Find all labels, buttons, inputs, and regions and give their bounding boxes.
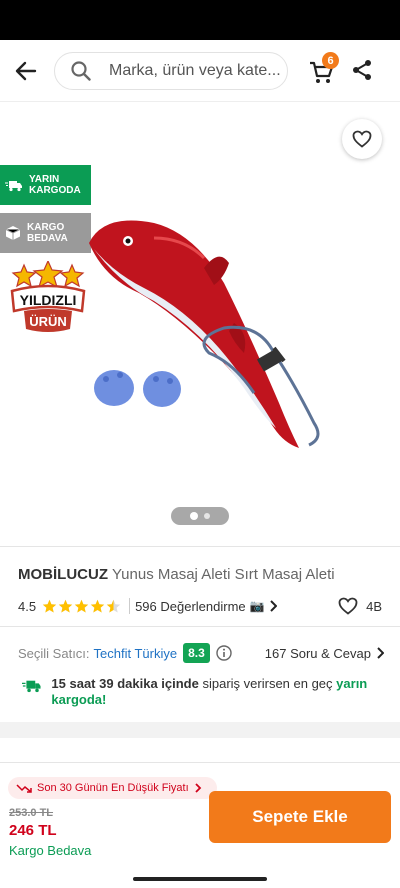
delivery-countdown: 15 saat 39 dakika içinde <box>51 676 199 691</box>
seal-text-line1: YILDIZLI <box>20 292 77 308</box>
divider <box>0 626 400 627</box>
lowest-price-label: Son 30 Günün En Düşük Fiyatı <box>37 782 189 794</box>
lowest-price-pill[interactable]: Son 30 Günün En Düşük Fiyatı <box>8 777 217 799</box>
search-input[interactable]: Marka, ürün veya kate... <box>54 52 288 90</box>
add-to-cart-button[interactable]: Sepete Ekle <box>209 791 391 843</box>
star-half-icon <box>106 599 121 612</box>
reviews-link[interactable]: 596 Değerlendirme <box>135 599 246 614</box>
gallery-dot[interactable] <box>204 513 210 519</box>
camera-icon: 📷 <box>249 599 265 613</box>
cart-button[interactable]: 6 <box>308 52 340 88</box>
dolphin-massager-image <box>89 220 320 448</box>
share-icon <box>353 60 371 80</box>
qa-label: 167 Soru & Cevap <box>264 645 371 661</box>
arrow-left-icon <box>15 61 37 81</box>
home-indicator <box>133 877 267 881</box>
delivery-text: sipariş verirsen en geç <box>202 676 333 691</box>
starred-product-seal: YILDIZLI ÜRÜN <box>10 261 86 332</box>
bottom-purchase-bar: Son 30 Günün En Düşük Fiyatı 253.0 TL 24… <box>0 762 400 874</box>
product-name: Yunus Masaj Aleti Sırt Masaj Aleti <box>112 566 335 583</box>
fast-truck-icon <box>22 680 41 693</box>
divider <box>0 546 400 547</box>
next-day-shipping-badge: YARIN KARGODA <box>0 165 91 205</box>
separator <box>129 598 131 614</box>
old-price: 253.0 TL <box>9 807 54 819</box>
back-button[interactable] <box>12 57 40 85</box>
qa-link[interactable]: 167 Soru & Cevap <box>265 646 384 661</box>
star-full-icon <box>58 599 73 612</box>
search-icon <box>71 61 91 81</box>
rating-stars <box>42 599 121 614</box>
gallery-dot-active[interactable] <box>190 512 198 520</box>
next-day-shipping-label: YARIN KARGODA <box>29 174 81 196</box>
seller-name-link[interactable]: Techfit Türkiye <box>94 646 178 661</box>
rating-value: 4.5 <box>18 598 37 614</box>
info-icon[interactable] <box>216 645 232 661</box>
trend-down-icon <box>16 784 32 793</box>
box-icon <box>5 226 21 240</box>
star-full-icon <box>74 599 89 612</box>
seal-star-left <box>11 263 37 288</box>
star-full-icon <box>42 599 57 612</box>
heart-icon <box>338 597 358 615</box>
seal-star-center <box>32 261 64 289</box>
star-full-icon <box>90 599 105 612</box>
chevron-right-icon <box>269 600 277 612</box>
status-bar <box>0 0 400 40</box>
search-placeholder: Marka, ürün veya kate... <box>109 62 281 79</box>
truck-icon <box>5 180 22 191</box>
gallery-pagination[interactable] <box>171 507 229 525</box>
favorite-count-value: 4B <box>366 598 382 614</box>
seller-row: Seçili Satıcı: Techfit Türkiye 8.3 167 S… <box>18 642 384 664</box>
share-button[interactable] <box>350 58 376 84</box>
heart-icon <box>352 130 372 148</box>
product-brand[interactable]: MOBİLUCUZ <box>18 566 108 583</box>
chevron-right-icon <box>377 647 384 659</box>
cart-count-badge: 6 <box>322 52 339 69</box>
product-image-gallery[interactable]: YARIN KARGODA KARGO BEDAVA YILDIZLI ÜRÜN <box>0 103 400 545</box>
top-app-bar: Marka, ürün veya kate... 6 <box>0 40 400 102</box>
rating-row: 4.5 596 Değerlendirme 📷 4B <box>18 596 382 616</box>
seller-label: Seçili Satıcı: <box>18 645 90 661</box>
favorite-button[interactable] <box>342 119 382 159</box>
seal-star-right <box>59 263 85 288</box>
section-separator <box>0 722 400 738</box>
chevron-right-icon <box>195 783 201 793</box>
product-title: MOBİLUCUZ Yunus Masaj Aleti Sırt Masaj Al… <box>18 566 388 583</box>
free-shipping-text: Kargo Bedava <box>9 843 92 858</box>
seal-text-line2: ÜRÜN <box>29 314 67 329</box>
favorite-count[interactable]: 4B <box>338 597 382 615</box>
seller-score-badge: 8.3 <box>183 643 210 663</box>
free-shipping-badge: KARGO BEDAVA <box>0 213 91 253</box>
current-price: 246 TL <box>9 822 57 839</box>
delivery-estimate: 15 saat 39 dakika içinde sipariş verirse… <box>22 676 382 708</box>
free-shipping-label: KARGO BEDAVA <box>27 222 68 244</box>
